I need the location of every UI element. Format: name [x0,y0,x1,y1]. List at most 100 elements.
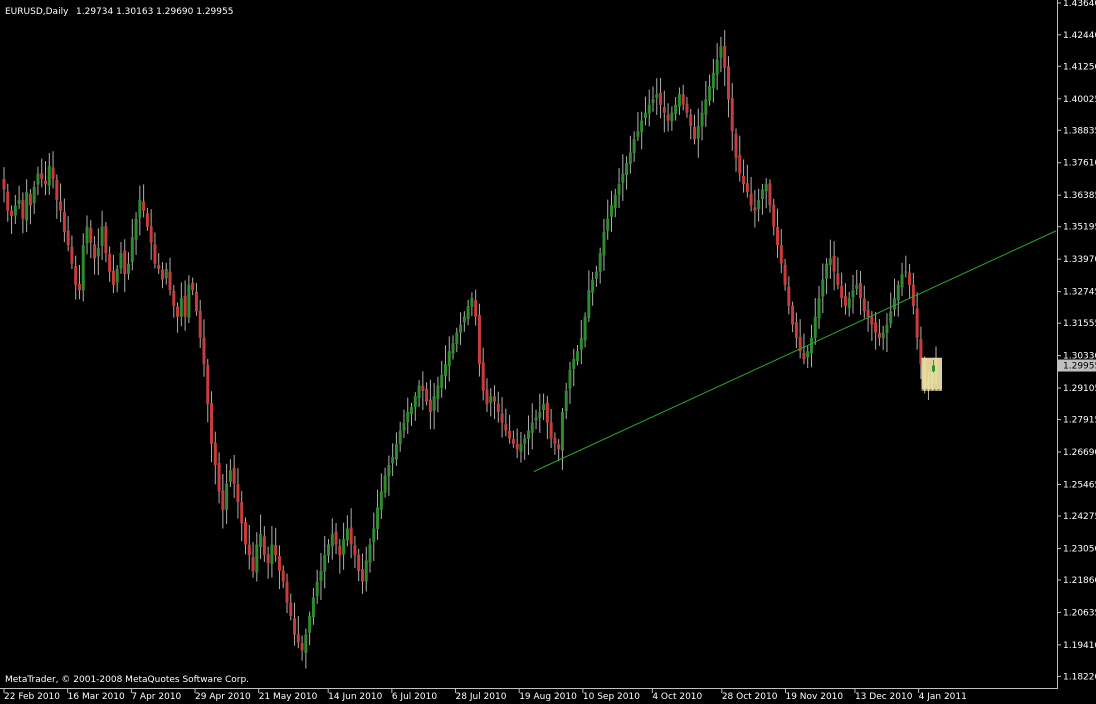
candle-body [553,437,557,444]
chart-background [0,0,1096,704]
candle-body [187,284,191,318]
candle-body [904,271,908,273]
candle-body [123,250,127,275]
candle-body [115,268,119,283]
candle-body [134,218,138,240]
candle-body [127,263,131,274]
candle-body [153,244,157,264]
candle-body [447,351,451,367]
candle-body [417,385,421,399]
candle-body [21,200,25,219]
candle-body [119,253,123,269]
y-tick-label: 1.25465 [1063,480,1096,490]
y-tick-label: 1.42440 [1063,31,1096,41]
candle-body [281,570,285,582]
candle-body [319,570,323,581]
candle-body [89,227,93,243]
candle-body [489,396,493,403]
candle-body [243,522,247,545]
y-tick-label: 1.21860 [1063,576,1096,586]
candle-body [172,290,176,307]
candle-body [726,66,730,100]
candle-body [821,279,825,297]
candle-body [674,104,678,114]
candle-body [711,72,715,89]
candle-body [636,131,640,137]
candle-body [179,298,183,317]
candle-body [760,189,764,200]
candle-body [640,120,644,133]
candle-body [228,470,232,482]
candle-body [436,385,440,399]
candle-body [791,305,795,325]
candle-body [787,286,791,307]
candle-body [745,183,749,193]
candle-body [391,457,395,464]
candle-body [368,544,372,563]
candle-body [892,298,896,310]
y-tick-label: 1.26690 [1063,448,1096,458]
candle-body [659,92,663,105]
candle-body [825,263,829,279]
candle-body [696,125,700,139]
candle-body [262,536,266,556]
candle-body [251,556,255,571]
candle-body [908,272,912,285]
candle-body [240,502,244,524]
candle-body [666,114,670,121]
candle-body [142,201,146,211]
candle-body [274,545,278,556]
price-chart[interactable]: 1.43640 1.42440 1.41250 1.40025 1.38835 1.376… [0,0,1096,704]
candle-body [194,291,198,312]
x-tick-label: 21 May 2010 [259,692,318,702]
candle-body [583,316,587,341]
x-tick-label: 16 Mar 2010 [68,692,125,702]
candle-body [466,306,470,319]
candle-body [511,439,515,444]
candle-body [647,104,651,114]
candle-body [606,218,610,231]
candle-body [149,226,153,243]
candle-body [670,112,674,122]
candle-body [704,99,708,115]
candle-body [406,412,410,423]
candle-body [477,314,481,365]
candle-body [85,226,89,244]
candle-body [111,270,115,285]
candle-body [225,483,229,510]
candle-body [270,544,274,565]
y-tick-label: 1.23050 [1063,544,1096,554]
x-tick-label: 19 Aug 2010 [519,692,577,702]
candle-body [138,200,142,218]
ohlc-values: 1.29734 1.30163 1.29690 1.29955 [76,7,233,17]
candle-body [651,99,655,104]
candle-body [632,139,636,154]
candle-body [93,244,97,259]
y-tick-label: 1.36385 [1063,191,1096,201]
candle-body [217,462,221,492]
candle-body [859,282,863,299]
candle-body [809,337,813,354]
candle-body [677,94,681,107]
candle-body [542,404,546,411]
candle-body [523,438,527,444]
candle-body [77,284,81,291]
candle-body [806,351,810,358]
candle-body [157,264,161,269]
candle-body [738,155,742,174]
y-tick-label: 1.31555 [1063,319,1096,329]
candle-body [855,284,859,289]
candle-body [32,186,36,203]
candle-body [576,351,580,362]
candle-body [870,316,874,325]
candle-body [877,332,881,338]
candle-body [66,230,70,246]
candle-body [383,475,387,493]
candle-body [81,245,85,291]
candle-body [534,417,538,421]
x-tick-label: 4 Oct 2010 [652,692,702,702]
candle-body [911,284,915,307]
y-tick-label: 1.41250 [1063,62,1096,72]
candle-body [202,337,206,365]
candle-body [609,205,613,217]
